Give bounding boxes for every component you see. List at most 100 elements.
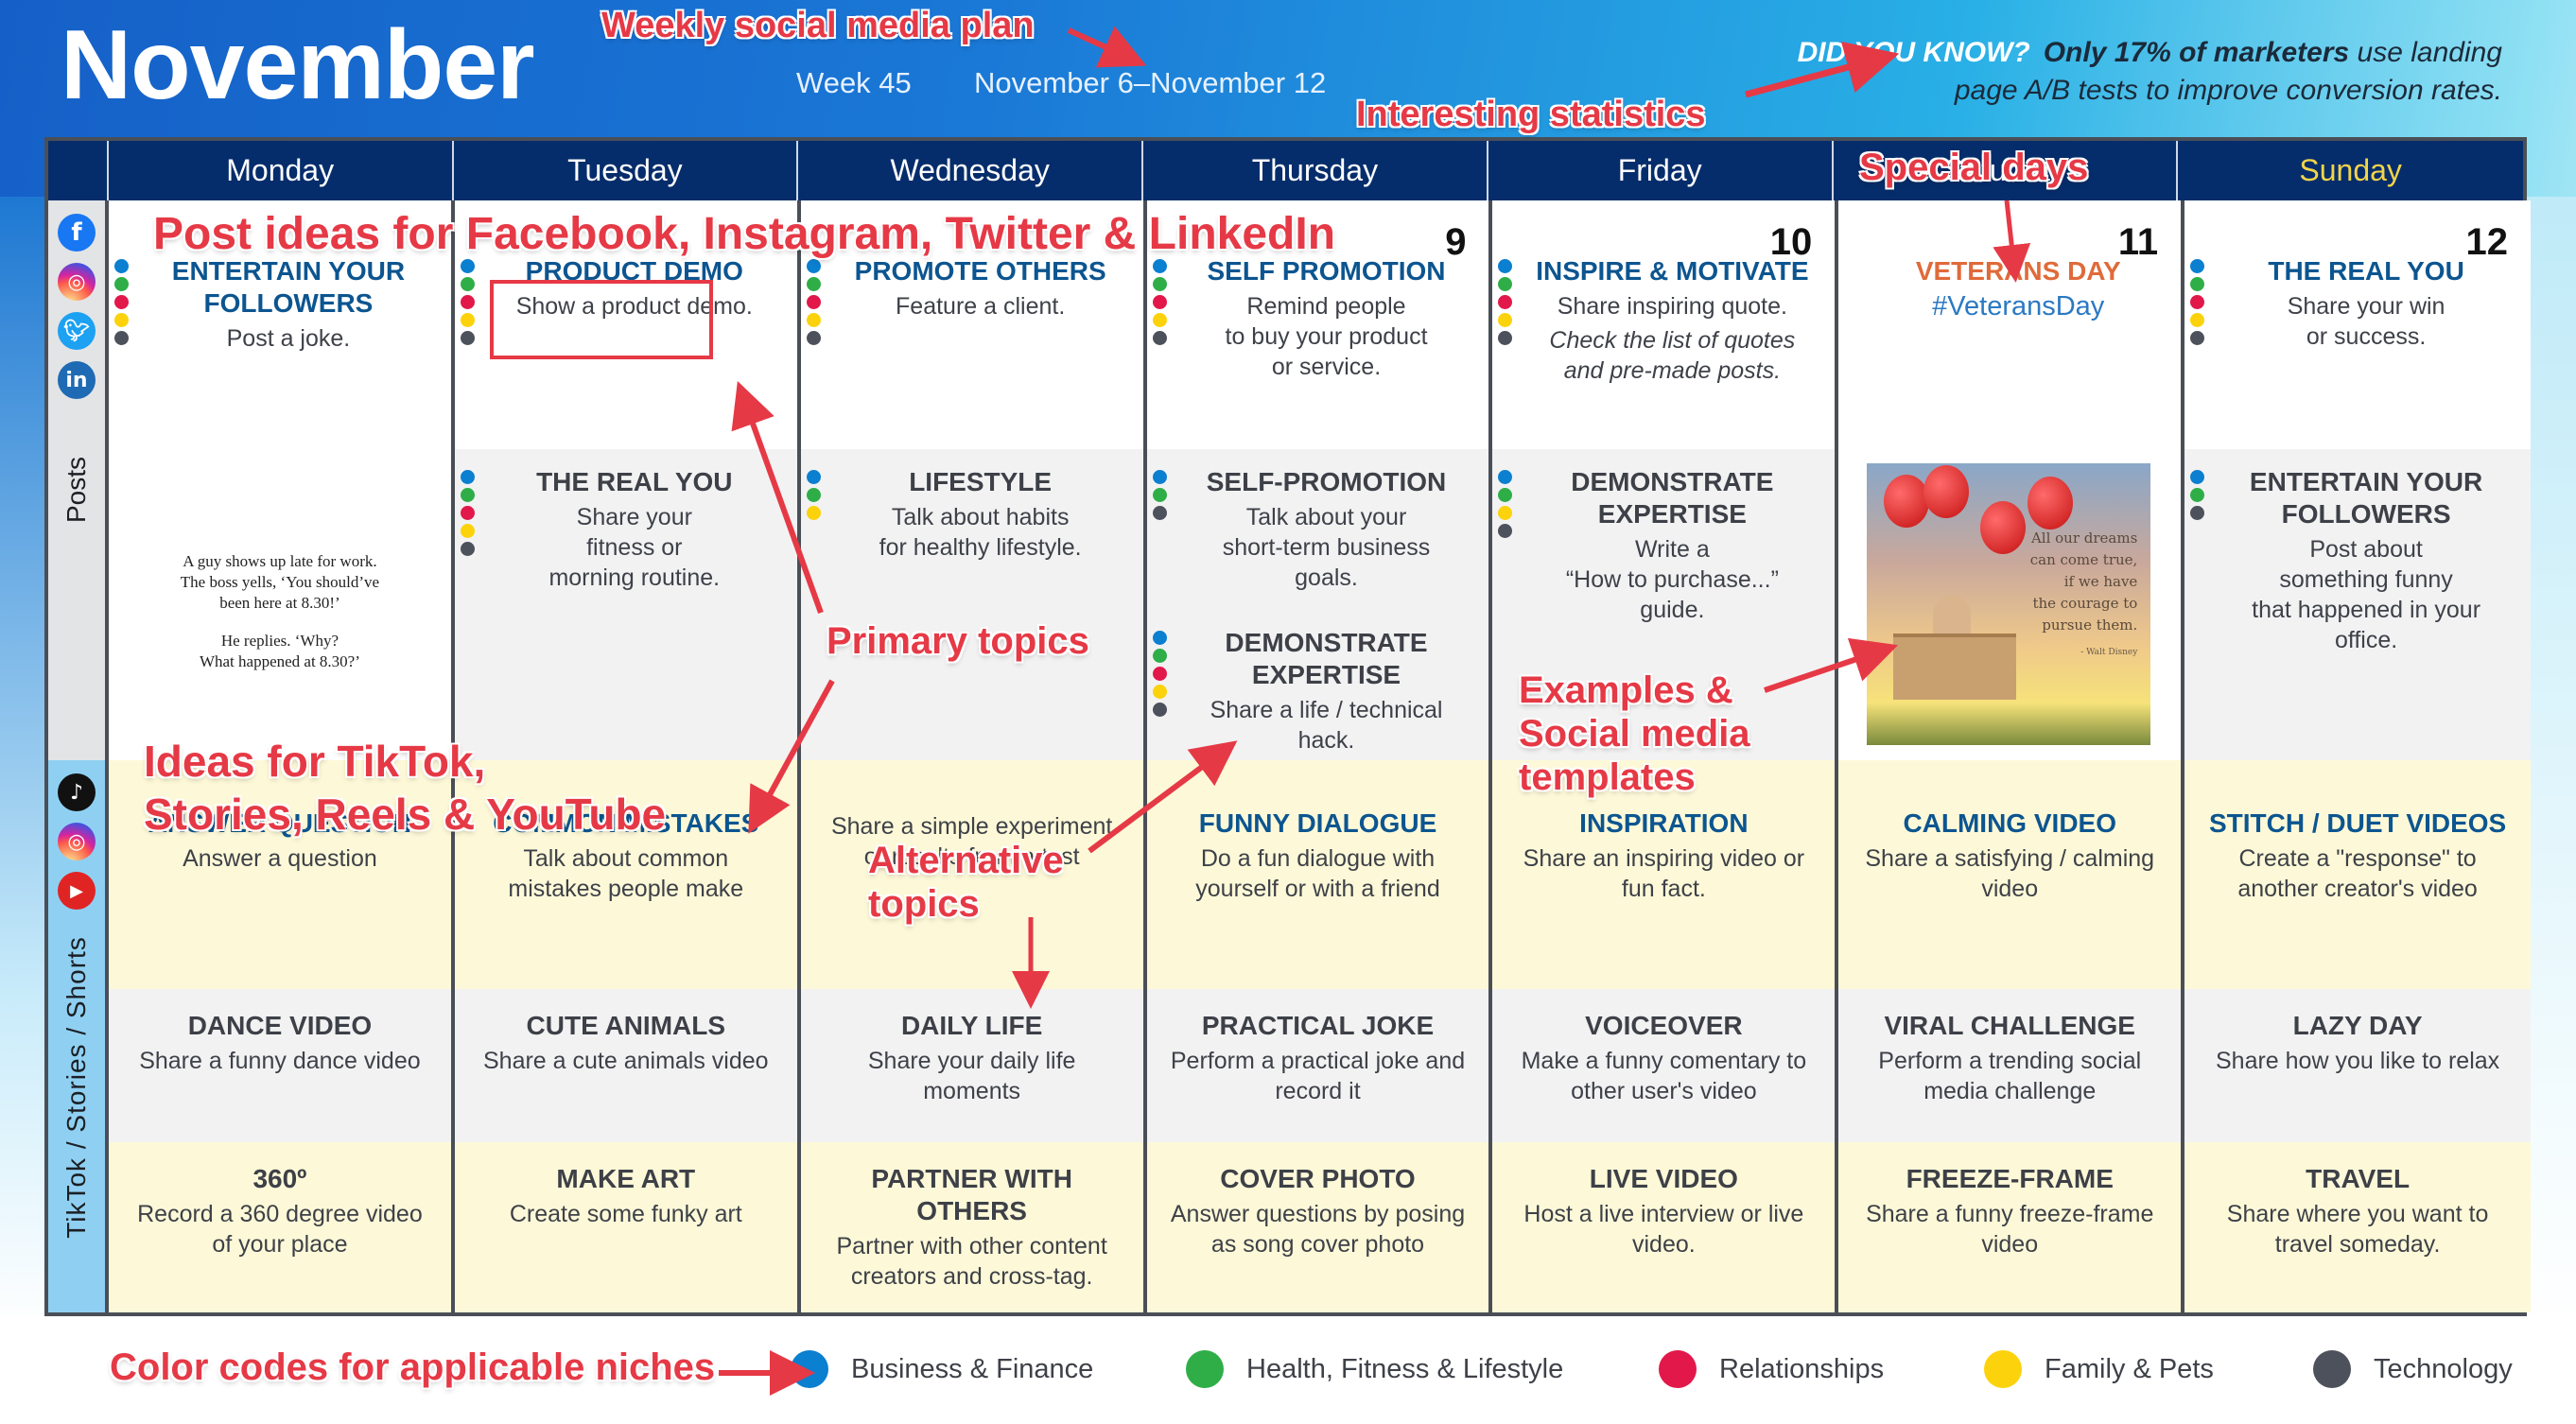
niche-dot-business [2190, 259, 2205, 273]
topic-title: DEMONSTRATE EXPERTISE [1571, 467, 1774, 529]
primary-post-cell[interactable]: 10 INSPIRE & MOTIVATE Share inspiring quot… [1492, 200, 1836, 449]
tiktok-idea-cell[interactable]: VIRAL CHALLENGE Perform a trending social… [1838, 989, 2182, 1142]
niche-dot-business [806, 470, 821, 484]
tiktok-idea-title: DANCE VIDEO [187, 1011, 373, 1040]
tiktok-idea-title: LAZY DAY [2292, 1011, 2423, 1040]
balloon [2028, 477, 2074, 530]
tiktok-section-label: ♪ ◎ ▶ TikTok / Stories / Shorts [48, 760, 109, 1312]
product-demo-highlight [490, 280, 713, 359]
topic-title: ENTERTAIN YOUR FOLLOWERS [171, 256, 406, 318]
tiktok-idea-cell[interactable]: PARTNER WITH OTHERS Partner with other co… [800, 1142, 1143, 1312]
tiktok-idea-cell[interactable]: CUTE ANIMALS Share a cute animals video [454, 989, 797, 1142]
primary-post-cell[interactable]: 11 VETERANS DAY #VeteransDay [1838, 200, 2182, 449]
primary-topic: THE REAL YOU Share your win or success. [2184, 255, 2531, 352]
annotation-post-ideas: Post ideas for Facebook, Instagram, Twit… [153, 209, 1336, 259]
tiktok-idea-title: CALMING VIDEO [1903, 808, 2116, 838]
topic-title: LIFESTYLE [909, 467, 1053, 496]
secondary-topic: DEMONSTRATE EXPERTISE Write a “How to pur… [1492, 466, 1835, 625]
topic-title: PROMOTE OTHERS [854, 256, 1106, 286]
secondary-post-cell[interactable]: LIFESTYLE Talk about habits for healthy l… [800, 449, 1143, 760]
tiktok-idea-cell[interactable]: PRACTICAL JOKE Perform a practical joke a… [1146, 989, 1489, 1142]
tiktok-idea-description: Partner with other content creators and … [836, 1233, 1107, 1290]
annotation-color-codes: Color codes for applicable niches [110, 1346, 716, 1388]
secondary-post-cell[interactable]: A guy shows up late for work. The boss y… [109, 449, 451, 760]
tiktok-idea-cell[interactable]: FREEZE-FRAME Share a funny freeze-frame v… [1838, 1142, 2182, 1312]
tiktok-idea-cell[interactable]: LAZY DAY Share how you like to relax [2184, 989, 2532, 1142]
topic-title: DEMONSTRATE EXPERTISE [1225, 628, 1428, 689]
secondary-topic: THE REAL YOU Share your fitness or mornin… [455, 466, 797, 593]
tiktok-idea-cell[interactable]: FUNNY DIALOGUE Do a fun dialogue with you… [1146, 760, 1489, 989]
tiktok-idea-description: Do a fun dialogue with yourself or with … [1195, 845, 1440, 902]
day-column-saturday: 11 VETERANS DAY #VeteransDay All our dreams… [1838, 200, 2185, 1312]
tiktok-idea-title: MAKE ART [556, 1164, 696, 1193]
tiktok-idea-description: Record a 360 degree video of your place [137, 1201, 423, 1258]
tiktok-idea-title: VIRAL CHALLENGE [1884, 1011, 2135, 1040]
tiktok-idea-cell[interactable]: DAILY LIFE Share your daily life moments [800, 989, 1143, 1142]
niche-dot-family [806, 506, 821, 520]
niche-dots [114, 259, 129, 345]
tiktok-idea-title: LIVE VIDEO [1589, 1164, 1738, 1193]
niche-dot-business [1152, 631, 1167, 645]
legend-item-family: Family & Pets [1984, 1350, 2214, 1388]
niche-dot-business [460, 470, 475, 484]
legend-dot-technology [2313, 1350, 2351, 1388]
tiktok-idea-cell[interactable]: DANCE VIDEO Share a funny dance video [109, 989, 451, 1142]
tiktok-idea-description: Talk about common mistakes people make [508, 845, 744, 902]
background-right [2525, 197, 2576, 1331]
annotation-alternative-2: topics [868, 883, 980, 925]
tiktok-idea-title: DAILY LIFE [900, 1011, 1043, 1040]
tiktok-idea-description: Create a "response" to another creator's… [2237, 845, 2478, 902]
tiktok-idea: PARTNER WITH OTHERS Partner with other co… [801, 1163, 1143, 1292]
niche-dot-business [1152, 259, 1167, 273]
twitter-icon: 🐦︎ [58, 312, 96, 350]
tiktok-idea-description: Share how you like to relax [2216, 1048, 2500, 1074]
annotation-primary-topics: Primary topics [827, 620, 1089, 662]
niche-dots [806, 470, 821, 520]
tiktok-idea-cell[interactable]: VOICEOVER Make a funny comentary to other… [1492, 989, 1836, 1142]
tiktok-idea-cell[interactable]: COVER PHOTO Answer questions by posing as… [1146, 1142, 1489, 1312]
niche-dot-family [1152, 685, 1167, 699]
niche-dot-family [1498, 313, 1513, 327]
niche-dot-relationships [2190, 295, 2205, 309]
niche-dot-technology [806, 331, 821, 345]
day-column-tuesday: PRODUCT DEMO Show a product demo. THE REAL… [454, 200, 801, 1312]
tiktok-idea-cell[interactable]: STITCH / DUET VIDEOS Create a "response" … [2184, 760, 2532, 989]
niche-dots [1152, 631, 1167, 717]
secondary-post-cell[interactable]: THE REAL YOU Share your fitness or mornin… [454, 449, 797, 760]
tiktok-idea: LIVE VIDEO Host a live interview or live … [1492, 1163, 1835, 1259]
niche-dot-relationships [1152, 667, 1167, 681]
tiktok-idea-title: STITCH / DUET VIDEOS [2208, 808, 2507, 838]
day-column-sunday: 12 THE REAL YOU Share your win or success.… [2184, 200, 2532, 1312]
tiktok-idea-cell[interactable]: CALMING VIDEO Share a satisfying / calmin… [1838, 760, 2182, 989]
primary-post-cell[interactable]: 12 THE REAL YOU Share your win or success. [2184, 200, 2532, 449]
annotation-examples-3: templates [1519, 756, 1696, 798]
day-header-wednesday: Wednesday [798, 141, 1144, 200]
legend-label: Family & Pets [2045, 1353, 2214, 1384]
tiktok-idea-title: FREEZE-FRAME [1906, 1164, 2114, 1193]
hashtag[interactable]: #VeteransDay [1876, 291, 2160, 321]
tiktok-idea-cell[interactable]: LIVE VIDEO Host a live interview or live … [1492, 1142, 1836, 1312]
tiktok-idea-cell[interactable]: 360º Record a 360 degree video of your pl… [109, 1142, 451, 1312]
tiktok-idea-description: Share a cute animals video [483, 1048, 769, 1074]
tiktok-idea: DANCE VIDEO Share a funny dance video [109, 1010, 451, 1076]
arrow-weekly-plan [1067, 26, 1147, 68]
primary-topic: VETERANS DAY #VeteransDay [1838, 255, 2181, 321]
example-template-image[interactable]: All our dreams can come true, if we have… [1867, 463, 2151, 745]
tiktok-idea-description: Share your daily life moments [867, 1048, 1076, 1104]
tiktok-idea-description: Perform a practical joke and record it [1170, 1048, 1466, 1104]
balloon [1923, 465, 1970, 518]
niche-dot-technology [1152, 506, 1167, 520]
tiktok-idea-cell[interactable]: MAKE ART Create some funky art [454, 1142, 797, 1312]
did-you-know-label: DID YOU KNOW? [1797, 37, 2030, 68]
annotation-examples-2: Social media [1519, 713, 1750, 755]
niche-dot-technology [1152, 331, 1167, 345]
posts-label: Posts [61, 456, 91, 524]
tiktok-idea-title: PRACTICAL JOKE [1201, 1011, 1435, 1040]
tiktok-idea-description: Share a funny dance video [139, 1048, 421, 1074]
tiktok-idea-cell[interactable]: TRAVEL Share where you want to travel som… [2184, 1142, 2532, 1312]
secondary-post-cell[interactable]: All our dreams can come true, if we have… [1838, 449, 2182, 760]
secondary-post-cell[interactable]: ENTERTAIN YOUR FOLLOWERS Post about somet… [2184, 449, 2532, 760]
niche-dots [1152, 259, 1167, 345]
instagram-icon: ◎ [58, 823, 96, 860]
secondary-post-cell[interactable]: SELF-PROMOTION Talk about your short-term… [1146, 449, 1489, 760]
